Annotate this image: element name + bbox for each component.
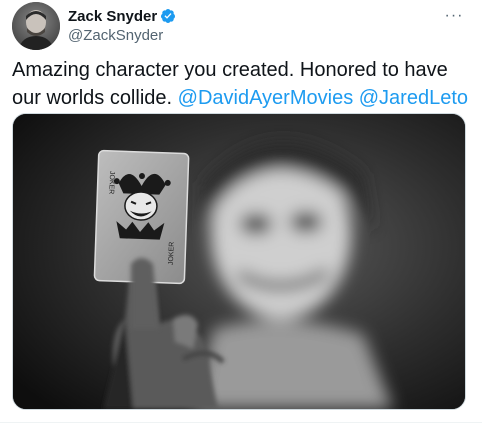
- card-corner-label: JOKER: [107, 171, 115, 195]
- avatar-photo-icon: [12, 2, 60, 50]
- tweet-header: Zack Snyder @ZackSnyder: [68, 6, 470, 50]
- more-options-button[interactable]: ···: [442, 6, 466, 26]
- author-handle[interactable]: @ZackSnyder: [68, 27, 470, 44]
- tweet-media-image[interactable]: JOKER JOKER: [12, 113, 466, 410]
- verified-badge-icon: [161, 9, 176, 23]
- author-avatar[interactable]: [12, 2, 60, 50]
- card-corner-label-bottom: JOKER: [168, 242, 176, 266]
- author-display-name[interactable]: Zack Snyder: [68, 8, 157, 25]
- tweet-card[interactable]: Zack Snyder @ZackSnyder ··· Amazing char…: [0, 0, 482, 423]
- joker-card-photo-icon: JOKER JOKER: [13, 114, 465, 409]
- mention-davidayermovies[interactable]: @DavidAyerMovies: [178, 87, 354, 109]
- more-dots-icon: ···: [444, 7, 464, 24]
- mention-jaredleto[interactable]: @JaredLeto: [359, 87, 468, 109]
- tweet-text: Amazing character you created. Honored t…: [12, 56, 472, 112]
